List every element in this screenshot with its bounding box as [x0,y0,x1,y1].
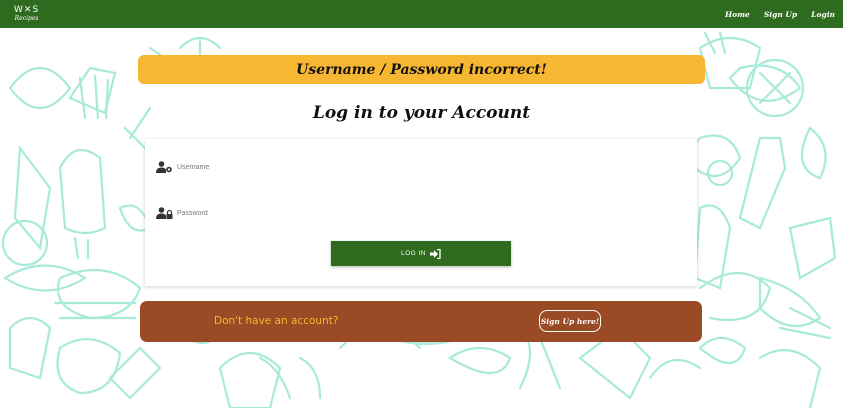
brand-logo[interactable]: W✕S Recipes [14,6,39,22]
sign-in-icon [430,248,441,259]
username-input[interactable] [177,163,577,171]
user-lock-icon [156,207,173,219]
login-button-label: LOG IN [400,250,427,257]
nav-link-home[interactable]: Home [725,10,750,19]
nav-link-sign-up[interactable]: Sign Up [764,10,797,19]
nav-links: Home Sign Up Login [725,10,835,19]
signup-prompt-bar: Don't have an account? Sign Up here! [140,301,702,342]
user-gear-icon [156,161,172,173]
signup-prompt-text: Don't have an account? [214,315,339,327]
login-error-alert: Username / Password incorrect! [138,55,705,84]
utensils-icon: W✕S [14,5,40,15]
username-field [156,159,686,175]
password-input[interactable] [177,209,577,217]
alert-message: Username / Password incorrect! [296,61,547,78]
password-field [156,205,686,221]
login-card: LOG IN [145,139,697,286]
login-button[interactable]: LOG IN [331,241,511,266]
nav-link-login[interactable]: Login [811,10,835,19]
brand-name: Recipes [14,15,39,22]
signup-here-button[interactable]: Sign Up here! [539,310,601,332]
top-navbar: W✕S Recipes Home Sign Up Login [0,0,843,28]
page-title: Log in to your Account [312,103,531,123]
